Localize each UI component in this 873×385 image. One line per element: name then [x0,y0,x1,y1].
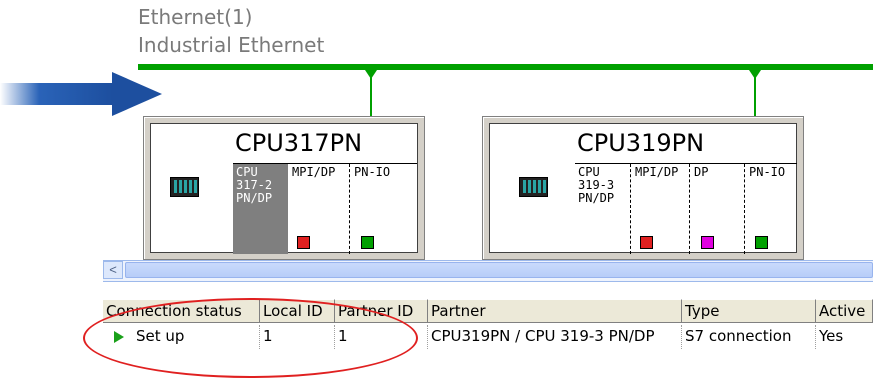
column-header-active[interactable]: Active [816,299,873,323]
column-header-type[interactable]: Type [682,299,816,323]
highlight-ellipse [83,298,418,378]
cpu-module[interactable]: CPU 319-3 PN/DP [575,164,630,254]
column-header-partner[interactable]: Partner [428,299,682,323]
station-cpu317pn[interactable]: CPU317PN CPU 317-2 PN/DP MPI/DP PN-IO [143,116,425,260]
station-name: CPU319PN [577,129,705,157]
rack-icon [170,177,199,197]
slot-label-mpi-dp[interactable]: MPI/DP [635,166,678,179]
bus-drop-line [370,70,372,118]
port-pn-io-icon[interactable] [361,236,374,249]
slot-label-dp[interactable]: DP [694,166,708,179]
ethernet-bus[interactable] [138,64,873,70]
port-mpi-dp-icon[interactable] [297,236,310,249]
slot-label-mpi-dp[interactable]: MPI/DP [292,166,335,179]
rack-icon [519,177,548,197]
horizontal-scrollbar[interactable]: < [103,260,873,282]
active-cell: Yes [819,327,844,345]
bus-drop-line [754,70,756,118]
cpu-module[interactable]: CPU 317-2 PN/DP [233,164,288,254]
partner-cell: CPU319PN / CPU 319-3 PN/DP [428,325,682,349]
slot-label-pn-io[interactable]: PN-IO [749,166,785,179]
scroll-left-button[interactable]: < [103,261,123,279]
network-name: Ethernet(1) [138,5,253,29]
port-dp-icon[interactable] [701,236,714,249]
scroll-thumb[interactable] [125,262,873,278]
port-pn-io-icon[interactable] [755,236,768,249]
type-cell: S7 connection [682,325,816,349]
station-cpu319pn[interactable]: CPU319PN CPU 319-3 PN/DP MPI/DP DP PN-IO [482,116,804,260]
cpu-line: PN/DP [236,191,273,205]
slot-label-pn-io[interactable]: PN-IO [354,166,390,179]
port-mpi-dp-icon[interactable] [640,236,653,249]
station-name: CPU317PN [235,129,363,157]
cpu-line: PN/DP [578,191,615,205]
network-type: Industrial Ethernet [138,33,325,57]
